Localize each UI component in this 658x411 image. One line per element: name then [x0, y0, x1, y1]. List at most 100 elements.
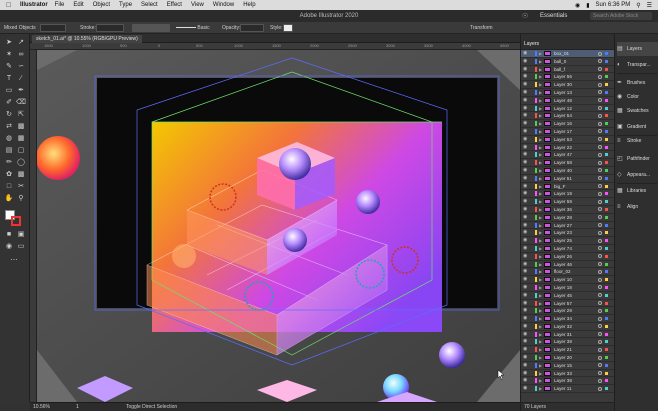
layer-name[interactable]: Layer 59	[554, 198, 572, 205]
visibility-eye-icon[interactable]: ◉	[523, 370, 527, 377]
selection-tool-icon[interactable]: ➤	[4, 38, 14, 48]
visibility-eye-icon[interactable]: ◉	[523, 338, 527, 345]
pen-tool-icon[interactable]: ✎	[4, 62, 14, 72]
visibility-eye-icon[interactable]: ◉	[523, 190, 527, 197]
visibility-eye-icon[interactable]: ◉	[523, 97, 527, 104]
visibility-eye-icon[interactable]: ◉	[523, 151, 527, 158]
expand-arrow-icon[interactable]: ▶	[539, 183, 542, 190]
selection-square[interactable]	[605, 270, 608, 274]
layer-name[interactable]: Layer 26	[554, 253, 572, 260]
visibility-eye-icon[interactable]: ◉	[523, 268, 527, 275]
wifi-icon[interactable]: ◉	[575, 2, 580, 9]
layer-name[interactable]: Layer 16	[554, 120, 572, 127]
layer-row[interactable]: ◉ ▶ Layer 40	[521, 167, 615, 175]
layer-row[interactable]: ◉ ▶ Layer 31	[521, 331, 615, 339]
selection-square[interactable]	[605, 246, 608, 250]
selection-square[interactable]	[605, 332, 608, 336]
expand-arrow-icon[interactable]: ▶	[539, 89, 542, 96]
expand-arrow-icon[interactable]: ▶	[539, 385, 542, 392]
target-circle-icon[interactable]	[598, 246, 602, 251]
expand-arrow-icon[interactable]: ▶	[539, 50, 542, 57]
layer-row[interactable]: ◉ ▶ Layer 45	[521, 292, 615, 300]
expand-arrow-icon[interactable]: ▶	[539, 81, 542, 88]
layer-row[interactable]: ◉ ▶ Layer 17	[521, 128, 615, 136]
dock-gradient-button[interactable]: ▣ Gradient	[617, 120, 658, 134]
menu-view[interactable]: View	[191, 2, 204, 8]
target-circle-icon[interactable]	[598, 339, 602, 344]
selection-square[interactable]	[605, 254, 608, 258]
expand-arrow-icon[interactable]: ▶	[539, 136, 542, 143]
selection-square[interactable]	[605, 340, 608, 344]
expand-arrow-icon[interactable]: ▶	[539, 338, 542, 345]
expand-arrow-icon[interactable]: ▶	[539, 292, 542, 299]
visibility-eye-icon[interactable]: ◉	[523, 167, 527, 174]
target-circle-icon[interactable]	[598, 168, 602, 173]
selection-square[interactable]	[605, 98, 608, 102]
layer-row[interactable]: ◉ ▶ Layer 39	[521, 338, 615, 347]
layer-row[interactable]: ◉ ▶ ball_f	[521, 66, 615, 74]
layer-row[interactable]: ◉ ▶ Layer 20	[521, 354, 615, 362]
layer-name[interactable]: Layer 27	[554, 222, 572, 229]
target-circle-icon[interactable]	[598, 191, 602, 196]
expand-arrow-icon[interactable]: ▶	[539, 206, 542, 213]
menu-window[interactable]: Window	[213, 2, 234, 8]
expand-arrow-icon[interactable]: ▶	[539, 105, 542, 112]
visibility-eye-icon[interactable]: ◉	[523, 331, 527, 338]
visibility-eye-icon[interactable]: ◉	[523, 198, 527, 205]
dock-pathfinder-button[interactable]: ◰ Pathfinder	[617, 152, 658, 166]
layer-row[interactable]: ◉ ▶ Layer 10	[521, 276, 615, 284]
layer-row[interactable]: ◉ ▶ Layer 25	[521, 237, 615, 245]
spotlight-icon[interactable]: ⚲	[636, 2, 640, 9]
target-circle-icon[interactable]	[598, 98, 602, 103]
visibility-eye-icon[interactable]: ◉	[523, 385, 527, 392]
visibility-eye-icon[interactable]: ◉	[523, 300, 527, 307]
visibility-eye-icon[interactable]: ◉	[523, 346, 527, 353]
expand-arrow-icon[interactable]: ▶	[539, 261, 542, 268]
layer-row[interactable]: ◉ ▶ Layer 36	[521, 206, 615, 214]
expand-arrow-icon[interactable]: ▶	[539, 323, 542, 330]
stroke-color-swatch[interactable]	[11, 216, 21, 226]
target-circle-icon[interactable]	[598, 82, 602, 87]
layer-row[interactable]: ◉ ▶ Layer 27	[521, 222, 615, 230]
target-circle-icon[interactable]	[598, 74, 602, 79]
expand-arrow-icon[interactable]: ▶	[539, 190, 542, 197]
expand-arrow-icon[interactable]: ▶	[539, 315, 542, 322]
layer-name[interactable]: Layer 47	[554, 151, 572, 158]
layer-name[interactable]: Layer 31	[554, 331, 572, 338]
target-circle-icon[interactable]	[598, 137, 602, 142]
target-circle-icon[interactable]	[598, 145, 602, 150]
selection-square[interactable]	[605, 176, 608, 180]
brush-definition[interactable]: Basic	[176, 24, 210, 32]
screen-mode-icon[interactable]: ▭	[16, 242, 26, 252]
selection-square[interactable]	[605, 129, 608, 133]
visibility-eye-icon[interactable]: ◉	[523, 253, 527, 260]
expand-arrow-icon[interactable]: ▶	[539, 58, 542, 65]
expand-arrow-icon[interactable]: ▶	[539, 151, 542, 158]
expand-arrow-icon[interactable]: ▶	[539, 268, 542, 275]
type-tool-icon[interactable]: T	[4, 74, 14, 84]
apple-icon[interactable]: 	[6, 2, 14, 9]
target-circle-icon[interactable]	[598, 378, 602, 383]
vertical-ruler[interactable]	[30, 50, 37, 402]
selection-square[interactable]	[605, 52, 608, 55]
target-circle-icon[interactable]	[598, 262, 602, 267]
mesh-tool-icon[interactable]: ▤	[4, 146, 14, 156]
expand-arrow-icon[interactable]: ▶	[539, 346, 542, 353]
workspace-switcher[interactable]: Essentials	[540, 13, 567, 19]
expand-arrow-icon[interactable]: ▶	[539, 144, 542, 151]
target-circle-icon[interactable]	[598, 106, 602, 111]
visibility-eye-icon[interactable]: ◉	[523, 120, 527, 127]
layer-name[interactable]: Layer 40	[554, 167, 572, 174]
selection-square[interactable]	[605, 231, 608, 235]
layer-row[interactable]: ◉ ▶ Layer 53	[521, 136, 615, 144]
selection-square[interactable]	[605, 67, 608, 71]
expand-arrow-icon[interactable]: ▶	[539, 214, 542, 221]
visibility-eye-icon[interactable]: ◉	[523, 307, 527, 314]
target-circle-icon[interactable]	[598, 160, 602, 165]
layer-name[interactable]: Layer 17	[554, 128, 572, 135]
layer-name[interactable]: Layer 57	[554, 300, 572, 307]
layer-name[interactable]: Layer 48	[554, 97, 572, 104]
expand-arrow-icon[interactable]: ▶	[539, 112, 542, 119]
layer-row[interactable]: ◉ ▶ Layer 34	[521, 315, 615, 323]
selection-square[interactable]	[605, 59, 608, 63]
